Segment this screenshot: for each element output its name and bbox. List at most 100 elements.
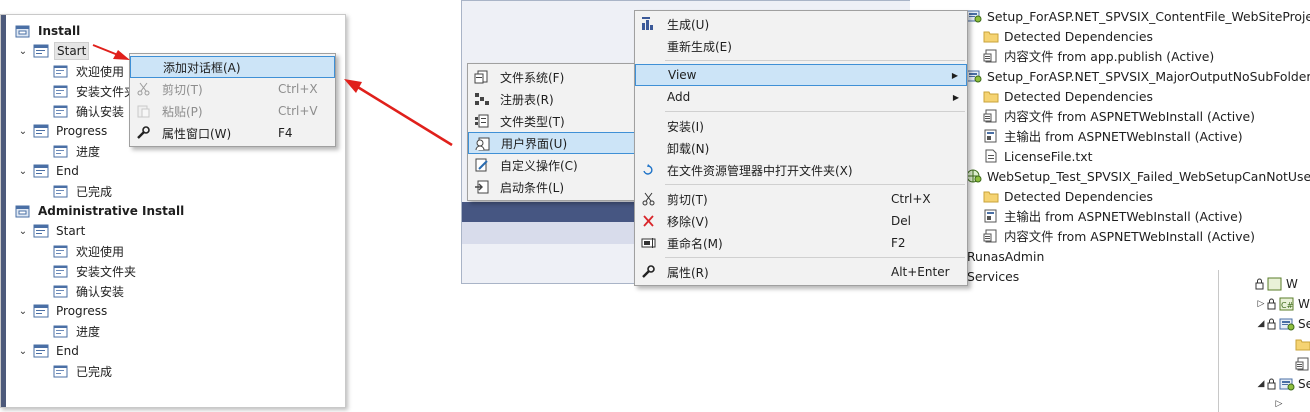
tree-dialog-item[interactable]: 欢迎使用	[53, 241, 126, 261]
tree-section-install[interactable]: Install	[15, 21, 82, 41]
expand-arrow-icon[interactable]: ◢	[1255, 379, 1267, 389]
tree-dialog-item[interactable]: 已完成	[53, 361, 114, 381]
menu-item[interactable]: 文件类型(T)	[468, 110, 635, 132]
expand-chevron-icon[interactable]: ⌄	[17, 226, 29, 237]
menu-item[interactable]: 卸载(N)	[635, 137, 967, 159]
expand-chevron-icon[interactable]: ⌄	[17, 306, 29, 317]
solution-tree-item[interactable]: Services	[967, 266, 1019, 286]
tree-group-start[interactable]: ⌄ Start	[17, 41, 90, 61]
dialog-group-icon	[33, 164, 49, 178]
menu-item-label: 属性(R)	[667, 265, 709, 280]
strip-tree-item[interactable]: ◢ Se	[1255, 374, 1310, 394]
solution-project-node[interactable]: WebSetup_Test_SPVSIX_Failed_WebSetupCanN…	[966, 166, 1310, 186]
strip-tree-item[interactable]: W	[1255, 274, 1298, 294]
expand-chevron-icon[interactable]: ⌄	[17, 166, 29, 177]
expand-arrow-icon[interactable]: ▷	[1273, 399, 1285, 409]
solution-tree-item[interactable]: LicenseFile.txt	[983, 146, 1092, 166]
tree-group-progress[interactable]: ⌄ Progress	[17, 121, 109, 141]
tree-section-label: Install	[38, 24, 81, 38]
folder-icon	[983, 89, 999, 103]
strip-tree-item[interactable]	[1295, 354, 1310, 374]
menu-item[interactable]: 生成(U)	[635, 13, 967, 35]
solution-tree-item[interactable]: Detected Dependencies	[983, 186, 1153, 206]
expand-chevron-icon[interactable]: ⌄	[17, 346, 29, 357]
menu-item[interactable]: 粘贴(P) Ctrl+V	[130, 100, 335, 122]
annotation-arrow	[355, 84, 453, 147]
menu-item[interactable]: 启动条件(L)	[468, 176, 635, 198]
tree-dialog-item[interactable]: 进度	[53, 141, 102, 161]
wrench-icon	[641, 265, 657, 279]
tree-dialog-item[interactable]: 安装文件夹	[53, 81, 138, 101]
lock-icon	[1255, 278, 1264, 290]
menu-item-label: 移除(V)	[667, 214, 709, 229]
solution-tree-item[interactable]: 内容文件 from app.publish (Active)	[983, 46, 1214, 66]
menu-item-label: 粘贴(P)	[162, 104, 203, 119]
lock-icon	[1267, 378, 1276, 390]
menu-item[interactable]: 在文件资源管理器中打开文件夹(X)	[635, 159, 967, 181]
tree-group-start[interactable]: ⌄ Start	[17, 221, 87, 241]
menu-item[interactable]: 属性窗口(W) F4	[130, 122, 335, 144]
dialog-icon	[53, 104, 69, 118]
menu-item-label: 用户界面(U)	[501, 136, 568, 151]
solution-tree-item[interactable]: Detected Dependencies	[983, 26, 1153, 46]
tree-dialog-item[interactable]: 确认安装	[53, 281, 126, 301]
strip-tree-item[interactable]: ▷ C# W	[1255, 294, 1310, 314]
menu-item[interactable]: 重新生成(E)	[635, 35, 967, 57]
menu-item[interactable]: 重命名(M) F2	[635, 232, 967, 254]
expand-arrow-icon[interactable]: ◢	[1255, 319, 1267, 329]
strip-tree-item[interactable]: ◢ Se	[1255, 314, 1310, 334]
menu-item-shortcut: Ctrl+X	[278, 82, 318, 96]
tree-group-end[interactable]: ⌄ End	[17, 161, 81, 181]
expand-chevron-icon[interactable]: ⌄	[17, 126, 29, 137]
tree-group-end[interactable]: ⌄ End	[17, 341, 81, 361]
strip-tree-item[interactable]	[1295, 334, 1310, 354]
menu-item[interactable]: 文件系统(F)	[468, 66, 635, 88]
tree-group-label: Start	[54, 42, 90, 60]
solution-tree-item[interactable]: 主输出 from ASPNETWebInstall (Active)	[983, 206, 1243, 226]
solution-tree-label: 主输出 from ASPNETWebInstall (Active)	[1004, 129, 1243, 144]
tree-dialog-item[interactable]: 欢迎使用	[53, 61, 126, 81]
menu-item[interactable]: 注册表(R)	[468, 88, 635, 110]
solution-tree-item[interactable]: Detected Dependencies	[983, 86, 1153, 106]
menu-item[interactable]: View ▶	[635, 64, 967, 86]
menu-item[interactable]: 用户界面(U)	[468, 132, 635, 154]
menu-item[interactable]: 剪切(T) Ctrl+X	[130, 78, 335, 100]
menu-item[interactable]: 移除(V) Del	[635, 210, 967, 232]
strip-tree-item[interactable]: ▷	[1273, 394, 1285, 412]
menu-item[interactable]: 属性(R) Alt+Enter	[635, 261, 967, 283]
tree-dialog-label: 进度	[76, 324, 101, 339]
solution-project-node[interactable]: Setup_ForASP.NET_SPVSIX_MajorOutputNoSub…	[966, 66, 1310, 86]
solution-project-node[interactable]: Setup_ForASP.NET_SPVSIX_ContentFile_WebS…	[966, 6, 1310, 26]
dialog-group-icon	[33, 44, 49, 58]
solution-tree-label: RunasAdmin	[967, 248, 1045, 264]
tree-dialog-label: 欢迎使用	[76, 244, 125, 259]
submenu-arrow-icon: ▶	[952, 92, 959, 102]
content-file-icon	[983, 49, 999, 63]
tree-dialog-item[interactable]: 确认安装	[53, 101, 126, 121]
menu-item[interactable]: 安装(I)	[635, 115, 967, 137]
tree-dialog-item[interactable]: 安装文件夹	[53, 261, 138, 281]
menu-item-shortcut: F4	[278, 126, 293, 140]
expand-chevron-icon[interactable]: ⌄	[17, 46, 29, 57]
dialog-icon	[53, 144, 69, 158]
menu-item[interactable]: Add ▶	[635, 86, 967, 108]
solution-tree-item[interactable]: 主输出 from ASPNETWebInstall (Active)	[983, 126, 1243, 146]
solution-tree-item[interactable]: 内容文件 from ASPNETWebInstall (Active)	[983, 226, 1255, 246]
open-folder-icon	[641, 163, 657, 177]
solution-tree-item[interactable]: 内容文件 from ASPNETWebInstall (Active)	[983, 106, 1255, 126]
tree-dialog-item[interactable]: 进度	[53, 321, 102, 341]
tree-dialog-item[interactable]: 已完成	[53, 181, 114, 201]
tree-section-administrative-install[interactable]: Administrative Install	[15, 201, 186, 221]
solution-explorer-tree: Setup_ForASP.NET_SPVSIX_ContentFile_WebS…	[910, 0, 1310, 284]
menu-item[interactable]: 剪切(T) Ctrl+X	[635, 188, 967, 210]
tree-group-progress[interactable]: ⌄ Progress	[17, 301, 109, 321]
expand-arrow-icon[interactable]: ▷	[1255, 299, 1267, 309]
solution-tree-item[interactable]: RunasAdmin	[967, 246, 1044, 266]
dialog-group-icon	[33, 124, 49, 138]
menu-item[interactable]: 添加对话框(A)	[130, 56, 335, 78]
menu-item-label: 属性窗口(W)	[162, 126, 232, 141]
menu-item-label: View	[668, 68, 697, 82]
menu-item[interactable]: 自定义操作(C)	[468, 154, 635, 176]
remove-icon	[641, 214, 657, 228]
dialog-icon	[53, 84, 69, 98]
